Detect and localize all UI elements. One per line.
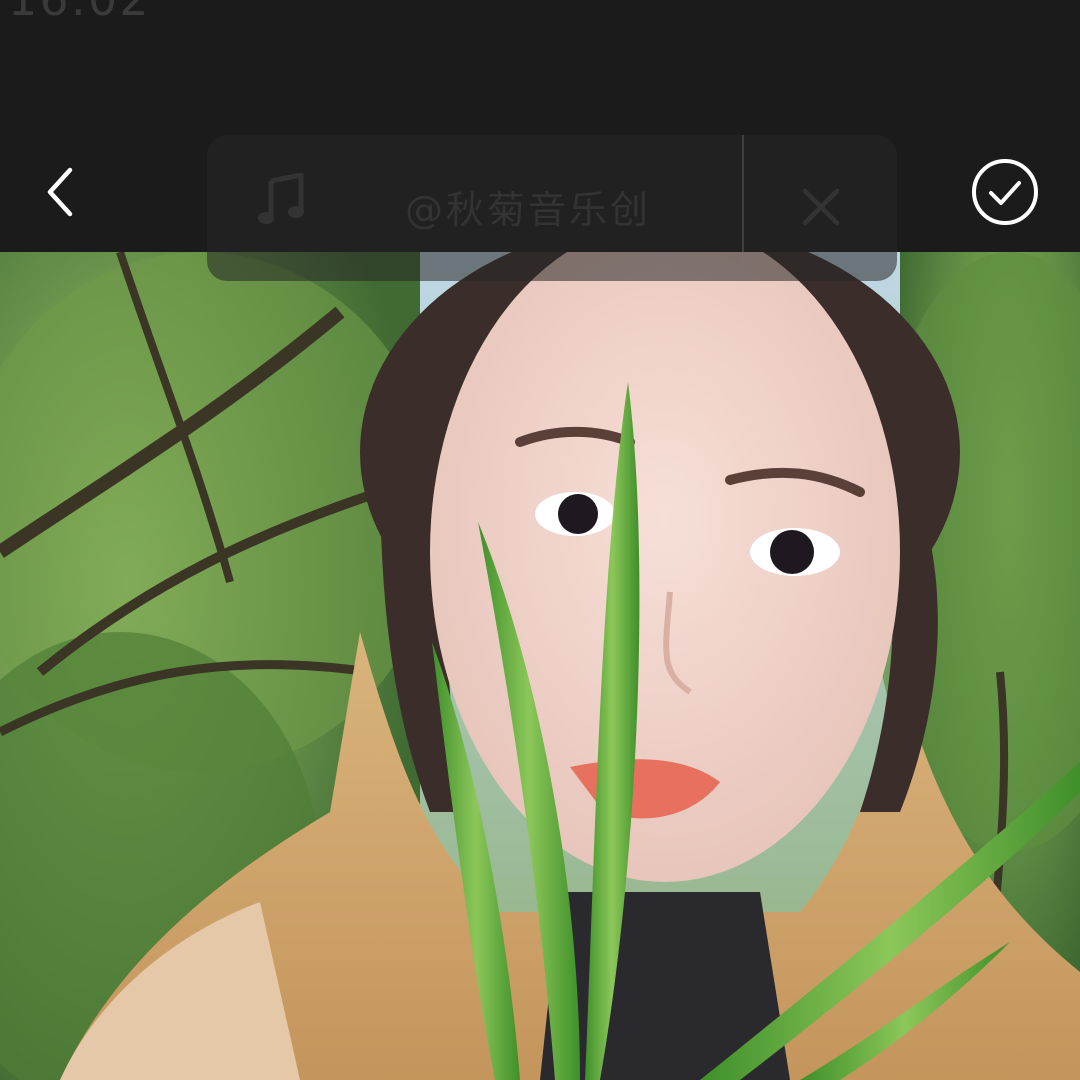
music-credit-label: @秋菊音乐创 xyxy=(405,188,652,232)
back-button[interactable] xyxy=(28,160,92,224)
music-bar[interactable]: @秋菊音乐创 xyxy=(207,135,897,281)
music-bar-divider xyxy=(742,135,744,281)
close-icon[interactable] xyxy=(799,185,843,229)
photo-editor-screen: 16:02 @秋菊音乐创 xyxy=(0,0,1080,1080)
confirm-button[interactable] xyxy=(968,155,1042,229)
chevron-left-icon xyxy=(47,167,73,217)
portrait-photo xyxy=(0,252,1080,1080)
music-note-icon xyxy=(258,173,304,224)
status-time: 16:02 xyxy=(8,0,151,26)
check-circle-icon xyxy=(972,159,1038,225)
